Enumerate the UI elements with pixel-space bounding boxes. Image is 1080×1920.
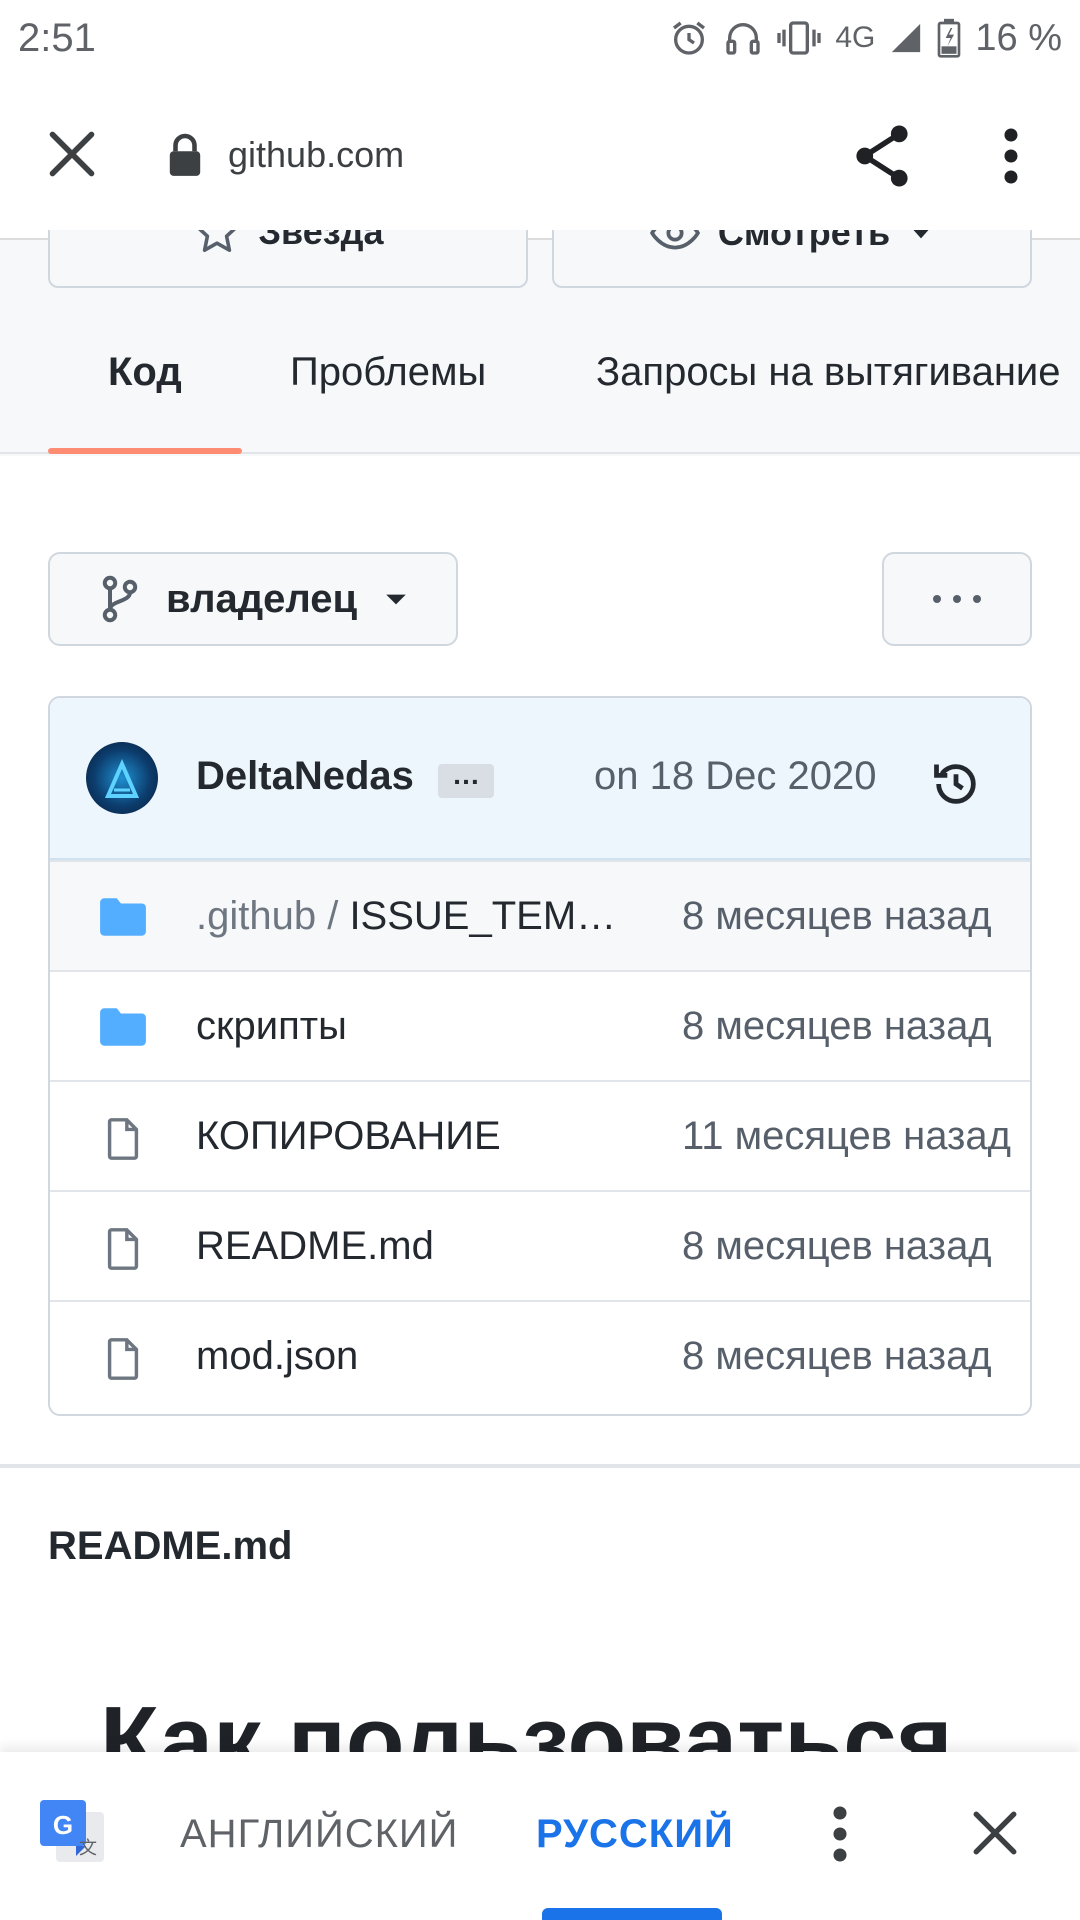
active-tab-indicator [48, 448, 242, 454]
translate-bar: G 文 АНГЛИЙСКИЙ РУССКИЙ [0, 1752, 1080, 1920]
history-icon[interactable] [930, 758, 982, 810]
status-bar: 2:51 4G 16 % [0, 0, 1080, 76]
close-icon[interactable] [46, 128, 98, 180]
caret-down-icon [386, 594, 406, 605]
file-age: 8 месяцев назад [682, 1224, 992, 1268]
file-name[interactable]: КОПИРОВАНИЕ [196, 1114, 501, 1159]
file-row[interactable]: КОПИРОВАНИЕ 11 месяцев назад [50, 1080, 1030, 1190]
file-icon [107, 1118, 139, 1160]
file-list: DeltaNedas … on 18 Dec 2020 .github / IS… [48, 696, 1032, 1416]
battery-icon [938, 18, 961, 58]
file-row[interactable]: скрипты 8 месяцев назад [50, 970, 1030, 1080]
vibrate-icon [777, 21, 822, 55]
headphones-icon [726, 23, 761, 55]
tab-issues[interactable]: Проблемы [290, 350, 486, 395]
avatar[interactable] [86, 742, 158, 814]
translate-menu-icon[interactable] [826, 1806, 854, 1862]
file-row[interactable]: README.md 8 месяцев назад [50, 1190, 1030, 1300]
more-actions-button[interactable] [882, 552, 1032, 646]
file-age: 8 месяцев назад [682, 894, 992, 938]
file-name[interactable]: .github / ISSUE_TEM… [196, 894, 616, 939]
branch-selector[interactable]: владелец [48, 552, 458, 646]
file-name[interactable]: скрипты [196, 1004, 347, 1049]
svg-text:文: 文 [79, 1838, 97, 1859]
lock-icon [169, 133, 201, 176]
folder-icon [100, 898, 146, 936]
signal-icon [892, 23, 921, 53]
selected-language-indicator [542, 1908, 722, 1920]
status-time: 2:51 [18, 15, 96, 60]
overflow-menu-icon[interactable] [996, 128, 1026, 184]
share-icon[interactable] [852, 124, 912, 188]
repo-tabs: Код Проблемы Запросы на вытягивание [0, 320, 1080, 454]
commit-message-toggle[interactable]: … [438, 761, 494, 798]
google-translate-icon[interactable]: G 文 [38, 1798, 106, 1866]
status-icons: 4G 16 % [669, 17, 1062, 60]
branch-name: владелец [166, 576, 358, 621]
readme-section: README.md Как пользоваться [0, 1468, 1080, 1794]
readme-title: README.md [48, 1524, 293, 1568]
tab-code[interactable]: Код [108, 350, 182, 395]
svg-text:G: G [53, 1810, 73, 1840]
watch-button[interactable]: Смотреть [552, 230, 1032, 288]
file-row[interactable]: mod.json 8 месяцев назад [50, 1300, 1030, 1410]
eye-icon [649, 230, 700, 250]
file-row[interactable]: .github / ISSUE_TEM… 8 месяцев назад [50, 860, 1030, 970]
star-label: Звезда [258, 230, 384, 252]
star-icon [197, 230, 236, 252]
commit-author[interactable]: DeltaNedas [196, 754, 414, 799]
folder-icon [100, 1008, 146, 1046]
commit-date: on 18 Dec 2020 [594, 754, 877, 798]
file-age: 8 месяцев назад [682, 1004, 992, 1048]
url-host[interactable]: github.com [228, 134, 404, 176]
tab-pull-requests[interactable]: Запросы на вытягивание [596, 350, 1080, 395]
file-name[interactable]: mod.json [196, 1334, 358, 1379]
star-button[interactable]: Звезда [48, 230, 528, 288]
file-name[interactable]: README.md [196, 1224, 434, 1269]
source-language-tab[interactable]: АНГЛИЙСКИЙ [180, 1812, 458, 1857]
kebab-horizontal-icon [933, 595, 981, 603]
watch-label: Смотреть [717, 230, 891, 253]
network-type: 4G [835, 21, 876, 54]
latest-commit: DeltaNedas … on 18 Dec 2020 [50, 698, 1030, 860]
battery-level: 16 % [975, 16, 1062, 59]
file-icon [107, 1338, 139, 1380]
browser-toolbar: github.com [0, 76, 1080, 240]
caret-down-icon [913, 230, 929, 239]
file-icon [107, 1228, 139, 1270]
file-age: 8 месяцев назад [682, 1334, 992, 1378]
alarm-icon [673, 21, 706, 55]
file-age: 11 месяцев назад [682, 1114, 1011, 1158]
git-branch-icon [102, 575, 138, 623]
target-language-tab[interactable]: РУССКИЙ [536, 1812, 734, 1857]
close-translate-icon[interactable] [970, 1808, 1020, 1858]
